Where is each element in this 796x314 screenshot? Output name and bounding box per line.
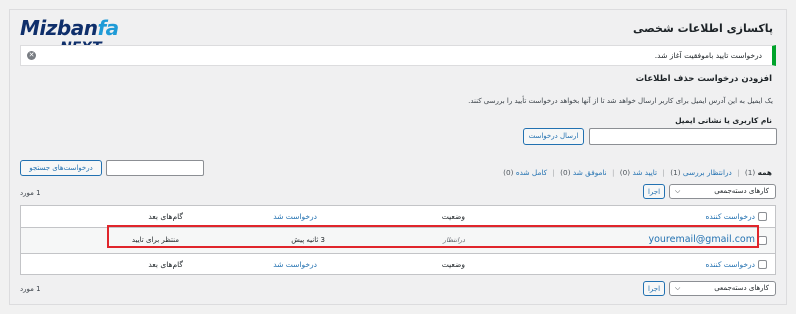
apply-bulk-button-bottom[interactable]: اجرا <box>643 281 665 296</box>
notice-text: درخواست تایید باموفقیت آغاز شد. <box>654 51 762 60</box>
filter-pending-count: (1) <box>670 168 681 177</box>
filter-failed[interactable]: ناموفق شد <box>573 168 607 177</box>
filter-confirmed[interactable]: تایید شد <box>632 168 657 177</box>
filter-all-count: (1) <box>744 168 756 177</box>
filter-all[interactable]: همه <box>758 168 772 177</box>
bulk-actions-selected-bottom: کارهای دسته‌جمعی <box>714 284 769 292</box>
column-requested-bottom[interactable]: درخواست شد <box>273 260 317 269</box>
row-checkbox[interactable] <box>758 236 767 245</box>
filter-separator: | <box>662 168 665 177</box>
items-count-bottom: 1 مورد <box>20 285 41 293</box>
send-request-button[interactable]: ارسال درخواست <box>523 128 584 145</box>
logo-main-text: Mizban <box>20 16 98 40</box>
column-status-bottom: وضعیت <box>441 260 465 269</box>
add-request-description: یک ایمیل به این آدرس ایمیل برای کاربر ار… <box>468 97 773 105</box>
filter-separator: | <box>552 168 555 177</box>
select-all-checkbox-bottom[interactable] <box>758 260 767 269</box>
filter-completed-count: (0) <box>503 168 514 177</box>
column-requester[interactable]: درخواست کننده <box>705 212 755 221</box>
logo-wordmark: Mizbanfa <box>20 16 119 40</box>
column-requested[interactable]: درخواست شد <box>273 212 317 221</box>
column-status: وضعیت <box>441 212 465 221</box>
filter-separator: | <box>611 168 615 177</box>
dismiss-notice-icon[interactable]: ✕ <box>27 51 36 60</box>
username-email-label: نام کاربری یا نشانی ایمیل <box>675 116 772 125</box>
column-next-steps-bottom: گام‌های بعد <box>148 260 183 269</box>
username-email-input[interactable] <box>589 128 777 145</box>
bulk-actions-selected: کارهای دسته‌جمعی <box>714 187 769 195</box>
success-notice: درخواست تایید باموفقیت آغاز شد. ✕ <box>20 45 776 66</box>
table-footer-row: درخواست کننده وضعیت درخواست شد گام‌های ب… <box>21 253 775 275</box>
column-next-steps: گام‌های بعد <box>148 212 183 221</box>
column-requester-bottom[interactable]: درخواست کننده <box>705 260 755 269</box>
filter-separator: | <box>737 168 740 177</box>
filter-failed-count: (0) <box>560 168 571 177</box>
search-requests-button[interactable]: درخواست‌های جستجو <box>20 160 102 176</box>
bulk-actions-select-top[interactable]: کارهای دسته‌جمعی ⌵ <box>669 184 776 199</box>
apply-bulk-button-top[interactable]: اجرا <box>643 184 665 199</box>
chevron-down-icon: ⌵ <box>675 187 681 195</box>
status-filter-links: همه (1) | درانتظار بررسی (1) | تایید شد … <box>503 168 772 177</box>
logo-accent-text: fa <box>97 16 119 40</box>
select-all-checkbox[interactable] <box>758 212 767 221</box>
filter-completed[interactable]: کامل شده <box>516 168 547 177</box>
add-request-heading: افزودن درخواست حذف اطلاعات <box>635 74 772 84</box>
items-count-top: 1 مورد <box>20 189 41 197</box>
search-requests-input[interactable] <box>106 160 204 176</box>
bulk-actions-select-bottom[interactable]: کارهای دسته‌جمعی ⌵ <box>669 281 776 296</box>
filter-confirmed-count: (0) <box>619 168 631 177</box>
chevron-down-icon: ⌵ <box>675 284 681 292</box>
page-title: پاکسازی اطلاعات شخصی <box>633 22 773 35</box>
filter-pending[interactable]: درانتظار بررسی <box>683 168 732 177</box>
highlight-frame <box>107 225 759 248</box>
